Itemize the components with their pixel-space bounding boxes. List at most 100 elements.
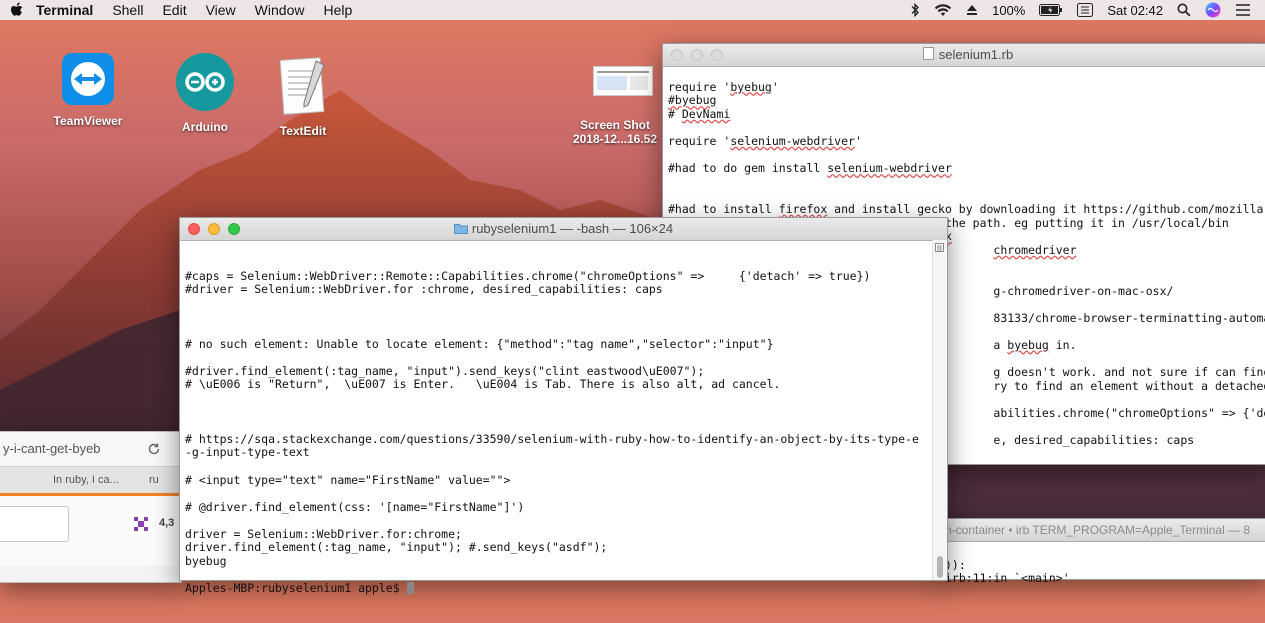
reputation-count: 4,3 [159,517,175,529]
bluetooth-icon[interactable] [910,3,920,17]
desktop-icon-screenshot[interactable]: Screen Shot 2018-12...16.52 [560,66,670,146]
terminal-prompt: Apples-MBP:rubyselenium1 apple$ [185,581,407,596]
menu-help[interactable]: Help [323,2,352,18]
editor-line: require 'selenium-webdriver' [668,133,862,148]
notification-center-icon[interactable] [1235,3,1251,17]
menu-bar: Terminal Shell Edit View Window Help 100… [0,0,1265,20]
irb-line: )): [945,557,966,572]
keyboard-layout-icon[interactable] [1077,3,1094,17]
terminal-line: #driver.find_element(:tag_name, "input")… [185,363,705,378]
terminal-close-button[interactable] [188,223,200,235]
terminal-line: # https://sqa.stackexchange.com/question… [185,431,919,446]
browser-content: 4,3 [0,496,181,566]
scroll-menu-icon[interactable] [935,243,944,252]
terminal-line: #caps = Selenium::WebDriver::Remote::Cap… [185,268,871,283]
desktop-icon-label: Arduino [182,120,228,134]
terminal-line: # @driver.find_element(css: '[name="Firs… [185,499,525,514]
terminal-line: # <input type="text" name="FirstName" va… [185,472,511,487]
user-avatar-icon [130,513,152,535]
browser-window: y-i-cant-get-byeb In ruby, I ca... ru 4,… [0,431,182,583]
browser-tab[interactable]: ru [149,474,159,486]
terminal-line: -g-input-type-text [185,445,310,460]
menu-edit[interactable]: Edit [162,2,186,18]
arduino-icon [176,53,234,111]
folder-icon [453,224,468,234]
irb-terminal-window: n-container • irb TERM_PROGRAM=Apple_Ter… [940,518,1265,585]
editor-line: #had to do gem install selenium-webdrive… [668,161,952,176]
battery-percent: 100% [992,2,1026,18]
editor-line: # DevNami [668,106,731,121]
irb-terminal-text[interactable]: )): irb:11:in `<main>' [941,542,1265,616]
irb-line: irb:11:in `<main>' [945,571,1070,586]
terminal-zoom-button[interactable] [228,223,240,235]
browser-tab-bar: In ruby, I ca... ru [0,467,181,496]
terminal-title: rubyselenium1 — -bash — 106×24 [471,221,674,236]
terminal-titlebar[interactable]: rubyselenium1 — -bash — 106×24 [180,218,947,241]
editor-zoom-button[interactable] [711,49,723,61]
apple-menu-icon[interactable] [10,2,24,18]
menu-window[interactable]: Window [255,2,305,18]
page-input-field[interactable] [0,506,69,542]
browser-tab[interactable]: In ruby, I ca... [53,474,119,486]
spotlight-search-icon[interactable] [1177,3,1191,17]
document-icon [922,47,934,60]
desktop-icon-label: Screen Shot [579,118,651,132]
irb-terminal-titlebar[interactable]: n-container • irb TERM_PROGRAM=Apple_Ter… [941,519,1265,542]
terminal-line: driver.find_element(:tag_name, "input");… [185,540,608,555]
screenshot-thumbnail [593,66,653,96]
editor-title: selenium1.rb [938,47,1014,62]
wifi-icon[interactable] [934,3,952,17]
textedit-icon [279,57,325,115]
menu-view[interactable]: View [206,2,236,18]
desktop-icon-label: TeamViewer [53,114,123,128]
desktop-icon-label: TextEdit [279,124,327,138]
desktop-icon-textedit[interactable]: TextEdit [258,55,348,138]
menu-clock[interactable]: Sat 02:42 [1107,3,1163,18]
menu-shell[interactable]: Shell [112,2,143,18]
editor-close-button[interactable] [671,49,683,61]
scroll-thumb[interactable] [937,556,943,578]
terminal-prompt-line: Apples-MBP:rubyselenium1 apple$ [185,581,919,596]
terminal-scrollbar[interactable] [932,240,947,580]
terminal-minimize-button[interactable] [208,223,220,235]
terminal-line: driver = Selenium::WebDriver.for:chrome; [185,526,462,541]
editor-line: require 'byebug' [668,79,779,94]
siri-icon[interactable] [1205,2,1221,18]
browser-url: y-i-cant-get-byeb [3,441,101,456]
terminal-line: # no such element: Unable to locate elem… [185,336,774,351]
reload-icon[interactable] [147,442,161,456]
editor-line: #had to install firefox and install geck… [668,201,1264,216]
browser-address-bar[interactable]: y-i-cant-get-byeb [0,432,181,467]
editor-minimize-button[interactable] [691,49,703,61]
terminal-cursor [406,582,414,595]
terminal-line: # \uE006 is "Return", \uE007 is Enter. \… [185,377,781,392]
menu-app-name[interactable]: Terminal [36,2,93,18]
editor-titlebar[interactable]: selenium1.rb [663,44,1265,67]
eject-icon[interactable] [966,4,978,16]
desktop-icon-teamviewer[interactable]: TeamViewer [43,53,133,128]
desktop-icon-arduino[interactable]: Arduino [160,53,250,134]
irb-terminal-title: n-container • irb TERM_PROGRAM=Apple_Ter… [945,523,1251,537]
desktop-icon-sublabel: 2018-12...16.52 [572,132,658,146]
terminal-text[interactable]: #caps = Selenium::WebDriver::Remote::Cap… [185,256,919,623]
teamviewer-icon [62,53,114,105]
editor-line-part: byebug [730,79,772,94]
battery-icon[interactable] [1039,4,1063,16]
menu-extras: 100% Sat 02:42 [910,0,1265,20]
terminal-window: rubyselenium1 — -bash — 106×24 #caps = S… [179,217,948,595]
editor-line: #byebug [668,93,717,108]
